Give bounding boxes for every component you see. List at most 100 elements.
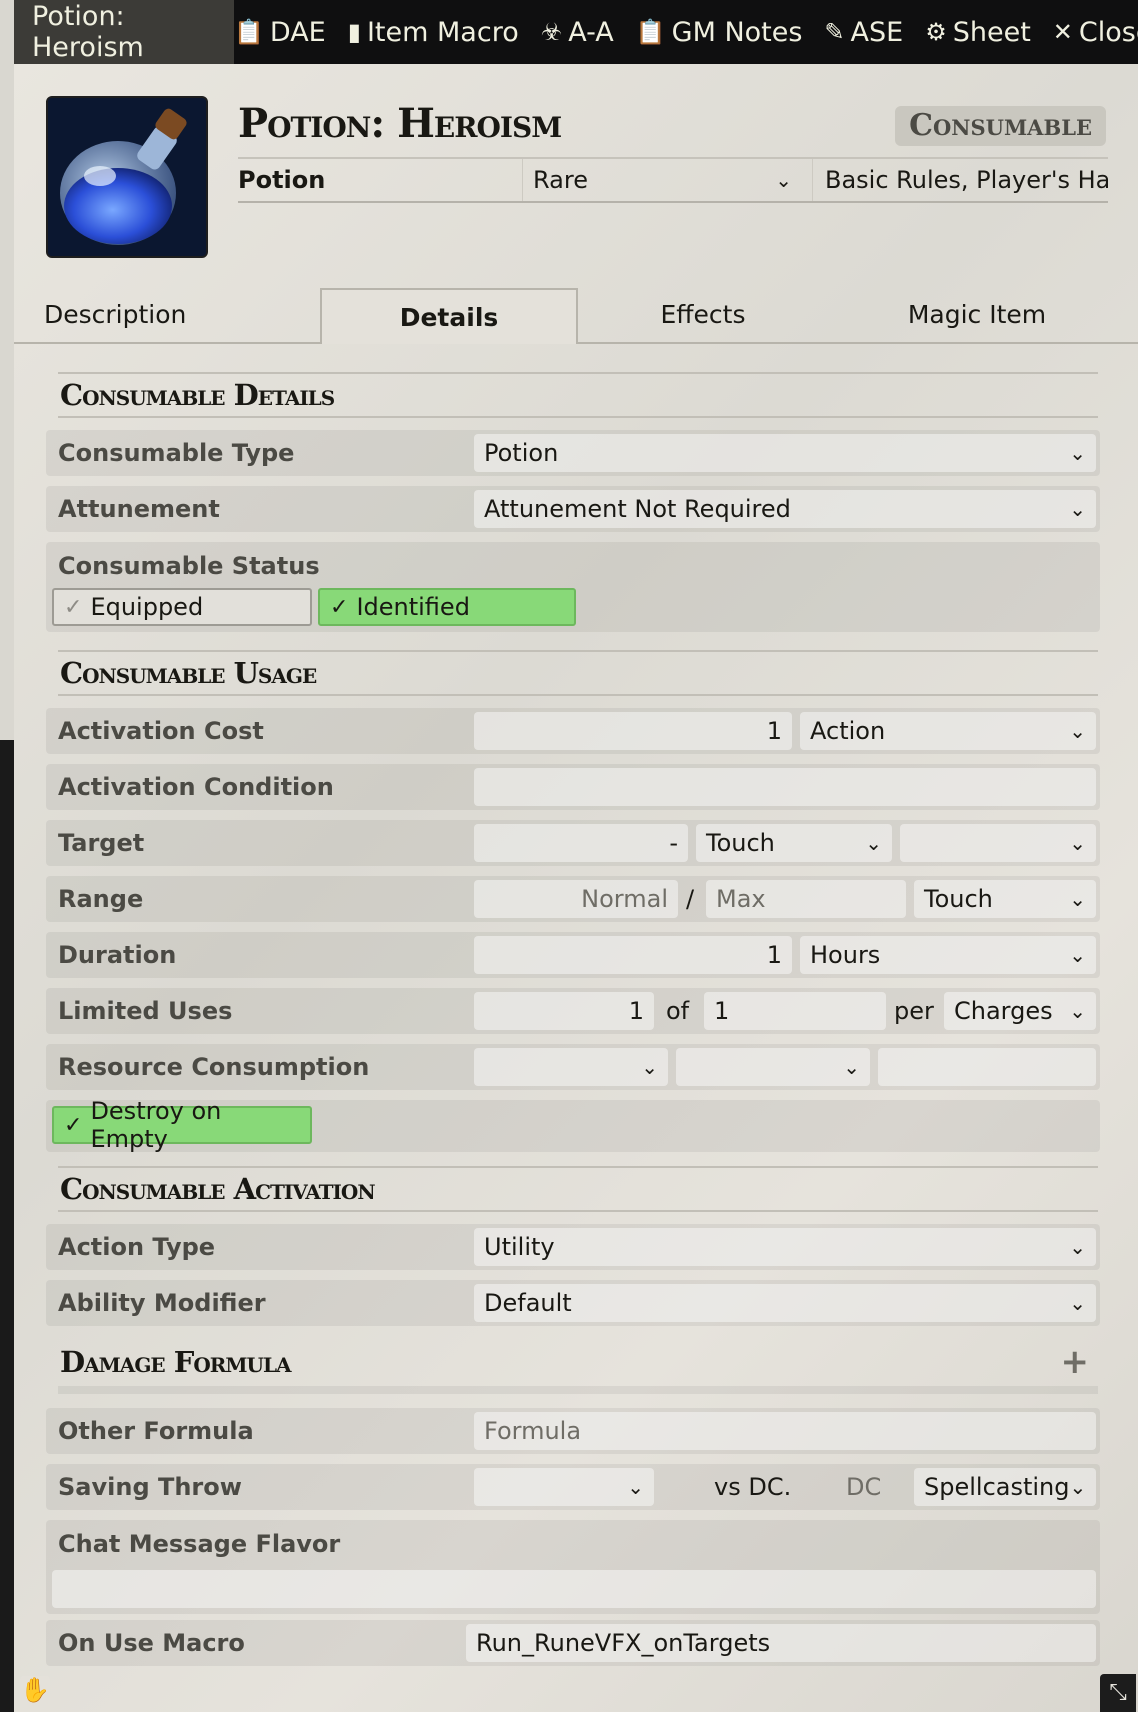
range-max-input[interactable]: Max [706,880,906,918]
identified-toggle[interactable]: ✓ Identified [318,588,576,626]
target-value-input[interactable]: - [474,824,688,862]
range-row: Range Normal / Max Touch ⌄ [46,876,1100,922]
ase-button[interactable]: ✎ ASE [824,17,903,48]
chevron-down-icon: ⌄ [775,168,792,192]
attunement-select[interactable]: Attunement Not Required ⌄ [474,490,1096,528]
duration-row: Duration 1 Hours ⌄ [46,932,1100,978]
duration-value-input[interactable]: 1 [474,936,792,974]
tab-details[interactable]: Details [320,288,578,344]
section-consumable-usage: Consumable Usage [58,650,1098,696]
item-macro-button[interactable]: ▮ Item Macro [348,17,519,48]
hand-icon[interactable]: ✋ [20,1676,50,1712]
target-label: Target [58,829,145,857]
range-separator: / [686,885,695,913]
dc-input[interactable]: DC [846,1464,881,1510]
uses-max-input[interactable]: 1 [704,992,886,1030]
vs-dc-text: vs DC. [714,1473,792,1501]
activation-cost-input[interactable]: 1 [474,712,792,750]
equipped-toggle[interactable]: ✓ Equipped [52,588,312,626]
resource-target-select[interactable]: ⌄ [676,1048,870,1086]
section-damage-formula: Damage Formula + [58,1338,1098,1394]
range-units-select[interactable]: Touch ⌄ [914,880,1096,918]
biohazard-icon: ☣ [540,18,563,46]
activation-type-select[interactable]: Action ⌄ [800,712,1096,750]
chevron-down-icon: ⌄ [641,1055,658,1079]
limited-uses-label: Limited Uses [58,997,233,1025]
resource-consumption-row: Resource Consumption ⌄ ⌄ [46,1044,1100,1090]
chat-flavor-input[interactable] [52,1570,1096,1608]
other-formula-input[interactable]: Formula [474,1412,1096,1450]
tab-effects[interactable]: Effects [576,288,830,340]
activation-cost-label: Activation Cost [58,717,264,745]
check-icon: ✓ [330,594,349,620]
uses-per-text: per [894,997,934,1025]
on-use-macro-input[interactable]: Run_RuneVFX_onTargets [466,1624,1096,1662]
item-summary: Potion Rare ⌄ Basic Rules, Player's Ha [238,157,1108,203]
gm-notes-button[interactable]: 📋 GM Notes [636,17,803,48]
close-button[interactable]: ✕Close [1053,17,1138,48]
chevron-down-icon: ⌄ [1069,497,1086,521]
attunement-row: Attunement Attunement Not Required ⌄ [46,486,1100,532]
resize-handle-icon[interactable]: ⤡ [1100,1674,1136,1712]
target-units-select[interactable]: ⌄ [900,824,1096,862]
chevron-down-icon: ⌄ [865,831,882,855]
sheet-config-button[interactable]: ⚙ Sheet [925,17,1031,48]
consumable-type-label: Consumable Type [58,439,295,467]
dc-scaling-select[interactable]: Spellcasting ⌄ [914,1468,1096,1506]
magic-wand-icon: ✎ [824,18,845,46]
activation-condition-label: Activation Condition [58,773,334,801]
uses-of-text: of [666,997,690,1025]
item-image[interactable] [46,96,208,258]
tab-magic-item[interactable]: Magic Item [832,288,1122,340]
other-formula-row: Other Formula Formula [46,1408,1100,1454]
resource-consumption-label: Resource Consumption [58,1053,370,1081]
uses-value-input[interactable]: 1 [474,992,654,1030]
item-name[interactable]: Potion: Heroism [238,100,562,147]
resource-type-select[interactable]: ⌄ [474,1048,668,1086]
action-type-row: Action Type Utility ⌄ [46,1224,1100,1270]
ability-modifier-row: Ability Modifier Default ⌄ [46,1280,1100,1326]
duration-units-select[interactable]: Hours ⌄ [800,936,1096,974]
window-title: Potion: Heroism [14,0,234,64]
range-label: Range [58,885,144,913]
chevron-down-icon: ⌄ [1069,441,1086,465]
saving-throw-label: Saving Throw [58,1473,242,1501]
header-controls: 📋 DAE ▮ Item Macro ☣ A-A 📋 GM Notes ✎ ASE ⚙ Sh… [234,17,1138,48]
automated-animations-button[interactable]: ☣ A-A [541,17,614,48]
dae-button[interactable]: 📋 DAE [234,17,326,48]
chevron-down-icon: ⌄ [1069,1475,1087,1499]
potion-bottle-icon [48,98,206,256]
on-use-macro-label: On Use Macro [58,1629,245,1657]
ability-modifier-select[interactable]: Default ⌄ [474,1284,1096,1322]
sheet-tabs: Description Details Effects Magic Item [14,288,1138,344]
chevron-down-icon: ⌄ [1069,831,1086,855]
duration-label: Duration [58,941,177,969]
chevron-down-icon: ⌄ [1069,999,1086,1023]
uses-period-select[interactable]: Charges ⌄ [944,992,1096,1030]
source-field[interactable]: Basic Rules, Player's Ha [813,159,1108,201]
chat-flavor-label: Chat Message Flavor [58,1530,341,1558]
item-subtype: Potion [238,159,523,201]
range-normal-input[interactable]: Normal [474,880,678,918]
target-row: Target - Touch ⌄ ⌄ [46,820,1100,866]
consumable-type-select[interactable]: Potion ⌄ [474,434,1096,472]
activation-condition-input[interactable] [474,768,1096,806]
window-header[interactable]: Potion: Heroism 📋 DAE ▮ Item Macro ☣ A-A 📋 G… [14,0,1138,64]
chevron-down-icon: ⌄ [1069,719,1086,743]
item-type-badge: Consumable [895,106,1106,146]
rarity-select[interactable]: Rare ⌄ [523,159,813,201]
saving-throw-ability-select[interactable]: ⌄ [474,1468,654,1506]
ability-modifier-label: Ability Modifier [58,1289,266,1317]
action-type-select[interactable]: Utility ⌄ [474,1228,1096,1266]
resource-amount-input[interactable] [878,1048,1096,1086]
plus-icon[interactable]: + [1061,1342,1089,1382]
chevron-down-icon: ⌄ [843,1055,860,1079]
section-consumable-details: Consumable Details [58,372,1098,418]
target-type-select[interactable]: Touch ⌄ [696,824,892,862]
clipboard-icon: 📋 [234,18,264,46]
check-icon: ✓ [64,1112,83,1138]
item-sheet: Potion: Heroism Consumable Potion Rare ⌄… [14,64,1138,1712]
attunement-label: Attunement [58,495,220,523]
tab-description[interactable]: Description [14,288,324,340]
destroy-on-empty-toggle[interactable]: ✓ Destroy on Empty [52,1097,312,1153]
